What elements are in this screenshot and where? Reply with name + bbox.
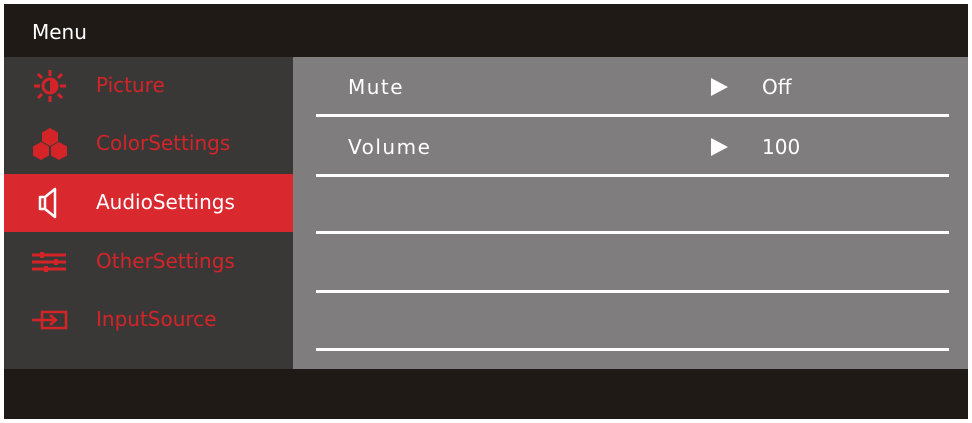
play-arrow-icon <box>709 77 729 97</box>
settings-panel: Mute Off Volume 100 <box>293 57 968 369</box>
menu-title-bar: Menu <box>4 4 968 56</box>
sidebar-item-label: AudioSettings <box>96 190 235 214</box>
sun-icon <box>30 68 70 104</box>
setting-row-empty <box>316 174 949 234</box>
bottom-bar <box>4 369 968 419</box>
sidebar-item-othersettings[interactable]: OtherSettings <box>4 233 293 291</box>
setting-value: 100 <box>762 135 801 159</box>
sidebar-item-label: OtherSettings <box>96 249 235 273</box>
setting-name: Mute <box>348 75 405 99</box>
input-arrow-icon <box>30 302 70 338</box>
sidebar-item-colorsettings[interactable]: ColorSettings <box>4 115 293 173</box>
setting-name: Volume <box>348 135 432 159</box>
setting-row-empty <box>316 291 949 351</box>
sidebar-item-label: InputSource <box>96 307 217 331</box>
sidebar-item-audiosettings[interactable]: AudioSettings <box>4 174 293 232</box>
sidebar-item-label: Picture <box>96 73 165 97</box>
sidebar-item-inputsource[interactable]: InputSource <box>4 291 293 349</box>
play-arrow-icon <box>709 137 729 157</box>
menu-title: Menu <box>32 20 87 44</box>
sliders-icon <box>30 244 70 280</box>
osd-menu: Menu Picture ColorSettings AudioSettings… <box>4 4 968 419</box>
setting-row-empty <box>316 233 949 293</box>
setting-value: Off <box>762 75 792 99</box>
sidebar-item-picture[interactable]: Picture <box>4 57 293 115</box>
setting-row-volume[interactable]: Volume 100 <box>316 117 949 177</box>
sidebar-item-label: ColorSettings <box>96 131 231 155</box>
setting-row-mute[interactable]: Mute Off <box>316 57 949 117</box>
sidebar: Picture ColorSettings AudioSettings Othe… <box>4 57 293 369</box>
color-dots-icon <box>30 126 70 162</box>
speaker-icon <box>30 185 70 221</box>
